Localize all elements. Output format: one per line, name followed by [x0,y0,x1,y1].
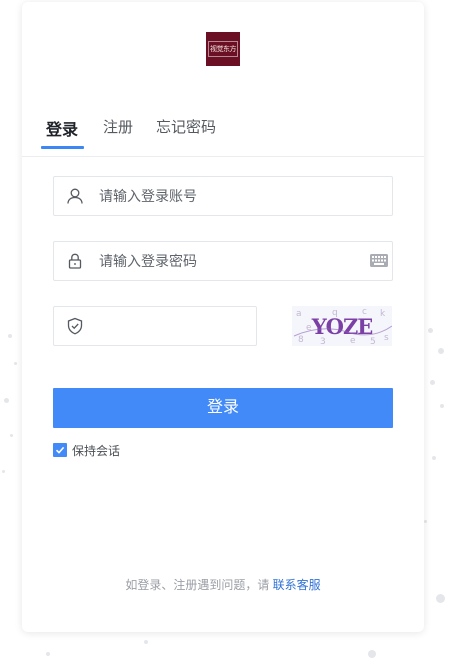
login-card: 视觉东方 登录 注册 忘记密码 请输入登录账号 a e 8 q e c k s … [22,2,424,632]
keyboard-icon[interactable] [370,254,388,267]
account-field [53,176,393,216]
captcha-image[interactable]: a e 8 q e c k s 3 5 YOZE [292,306,392,346]
footer-help: 如登录、注册遇到问题，请 联系客服 [22,576,424,593]
shield-check-icon [67,317,83,335]
tab-forgot-password[interactable]: 忘记密码 [156,116,216,137]
logo-text: 视觉东方 [210,45,237,53]
user-icon [67,188,83,204]
captcha-input[interactable] [94,307,244,345]
brand-logo: 视觉东方 [206,32,240,66]
login-button[interactable]: 登录 [53,388,393,428]
password-field [53,241,393,281]
remember-session-toggle[interactable]: 保持会话 [53,442,120,458]
svg-text:a: a [296,309,302,319]
footer-text: 如登录、注册遇到问题，请 [125,578,270,592]
svg-text:s: s [384,333,389,343]
lock-icon [68,253,82,269]
check-icon [55,446,65,454]
remember-label: 保持会话 [72,443,121,458]
remember-checkbox[interactable] [53,443,67,457]
account-input[interactable] [99,177,359,215]
svg-text:k: k [380,309,386,319]
password-input[interactable] [99,242,359,280]
contact-support-link[interactable]: 联系客服 [273,578,321,592]
tab-register[interactable]: 注册 [103,116,133,137]
tab-login[interactable]: 登录 [46,116,78,140]
active-tab-indicator [41,146,84,149]
captcha-noise: a e 8 q e c k s 3 5 YOZE [292,306,392,346]
auth-tabs: 登录 注册 忘记密码 [22,112,424,157]
svg-text:8: 8 [298,335,304,345]
captcha-field [53,306,257,346]
